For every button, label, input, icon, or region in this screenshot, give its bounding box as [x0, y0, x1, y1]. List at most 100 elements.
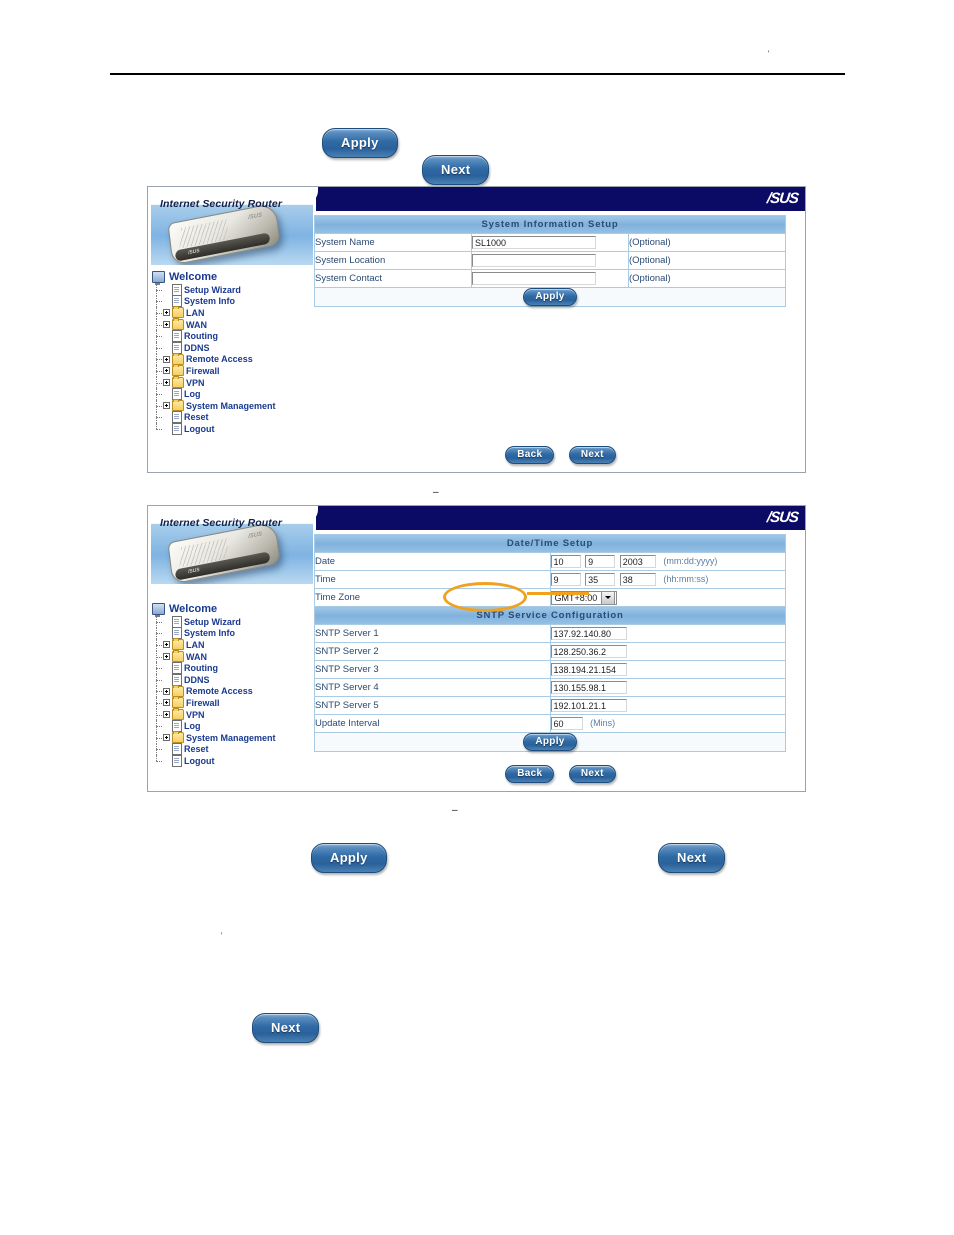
sidebar-item-setup-wizard[interactable]: Setup Wizard	[152, 283, 276, 296]
sidebar-item-remote-access[interactable]: Remote Access	[152, 352, 276, 366]
nav-root-welcome-1[interactable]: Welcome	[152, 271, 276, 285]
nav-root-welcome-2[interactable]: Welcome	[152, 603, 276, 617]
sntp-server-4-input[interactable]: 130.155.98.1	[550, 681, 627, 694]
date-month-input[interactable]: 10	[550, 555, 581, 568]
sidebar-item-log[interactable]: Log	[152, 388, 276, 401]
hint-time-format: (hh:mm:ss)	[663, 574, 709, 585]
expand-plus-icon[interactable]	[163, 653, 170, 661]
tree-connector	[152, 627, 163, 640]
expand-plus-icon[interactable]	[163, 367, 170, 375]
sidebar-item-ddns[interactable]: DDNS	[152, 341, 276, 354]
sidebar-nav-1: Internet Security Router /SUS /SUS Welco…	[148, 189, 316, 472]
next-button-top-label[interactable]: Next	[422, 155, 490, 185]
label-system-location: System Location	[314, 251, 472, 270]
sidebar-item-system-info[interactable]: System Info	[152, 627, 276, 640]
apply-button-mid-label[interactable]: Apply	[311, 843, 387, 873]
sidebar-item-label: Logout	[184, 755, 215, 766]
apply-button-mid[interactable]: Apply	[311, 843, 387, 873]
system-name-input[interactable]: SL1000	[472, 236, 596, 249]
nav-tree-1: Welcome Setup Wizard System Info LAN WAN Rou…	[152, 271, 276, 435]
chevron-down-icon[interactable]	[601, 590, 615, 605]
sntp-server-1-input[interactable]: 137.92.140.80	[550, 627, 627, 640]
sidebar-item-vpn[interactable]: VPN	[152, 708, 276, 721]
tree-connector	[152, 697, 163, 709]
sidebar-item-vpn[interactable]: VPN	[152, 376, 276, 389]
sidebar-item-label: Reset	[184, 744, 209, 755]
expand-plus-icon[interactable]	[163, 321, 170, 329]
sidebar-nav-2: Internet Security Router /SUS /SUS Welco…	[148, 508, 316, 791]
asus-logo-2: /SUS	[766, 509, 799, 526]
sidebar-item-routing[interactable]: Routing	[152, 330, 276, 343]
apply-button-top-label[interactable]: Apply	[322, 128, 398, 158]
system-location-input[interactable]	[472, 254, 596, 267]
sidebar-item-reset[interactable]: Reset	[152, 743, 276, 756]
expand-plus-icon[interactable]	[163, 699, 170, 707]
next-button-1[interactable]: Next	[568, 446, 616, 464]
sidebar-item-label: System Info	[184, 628, 236, 639]
sidebar-item-ddns[interactable]: DDNS	[152, 673, 276, 686]
sidebar-item-label: Setup Wizard	[184, 284, 241, 295]
sidebar-item-remote-access[interactable]: Remote Access	[152, 684, 276, 698]
folder-icon	[172, 318, 184, 331]
next-button-mid[interactable]: Next	[658, 843, 726, 873]
tree-connector	[152, 330, 163, 342]
sntp-server-3-input[interactable]: 138.194.21.154	[550, 663, 627, 676]
expand-plus-icon[interactable]	[163, 402, 170, 410]
router-logo-badge-1: /SUS	[248, 212, 262, 222]
sidebar-item-firewall[interactable]: Firewall	[152, 364, 276, 377]
expand-plus-icon[interactable]	[163, 711, 170, 719]
date-year-input[interactable]: 2003	[619, 555, 656, 568]
next-button-bottom[interactable]: Next	[252, 1013, 320, 1043]
apply-button-top[interactable]: Apply	[322, 128, 398, 158]
back-button-1[interactable]: Back	[505, 446, 555, 464]
sidebar-item-label: WAN	[186, 319, 207, 330]
document-icon	[172, 743, 182, 756]
date-day-input[interactable]: 9	[585, 555, 616, 568]
sidebar-item-lan[interactable]: LAN	[152, 638, 276, 651]
sidebar-item-wan[interactable]: WAN	[152, 318, 276, 331]
sidebar-item-lan[interactable]: LAN	[152, 306, 276, 319]
sidebar-item-wan[interactable]: WAN	[152, 650, 276, 663]
apply-button-datetime[interactable]: Apply	[523, 733, 577, 751]
sidebar-item-label: DDNS	[184, 674, 210, 685]
router-ui-panel-datetime: /SUS Internet Security Router /SUS /SUS …	[147, 505, 806, 792]
sidebar-item-logout[interactable]: Logout	[152, 422, 276, 435]
expand-plus-icon[interactable]	[163, 687, 170, 695]
time-minute-input[interactable]: 35	[585, 573, 616, 586]
sidebar-item-routing[interactable]: Routing	[152, 662, 276, 675]
apply-row-1: Apply	[314, 287, 786, 307]
system-contact-input[interactable]	[472, 272, 596, 285]
back-button-2[interactable]: Back	[505, 765, 555, 783]
time-hour-input[interactable]: 9	[550, 573, 581, 586]
sidebar-item-system-management[interactable]: System Management	[152, 399, 276, 412]
expand-plus-icon[interactable]	[163, 734, 170, 742]
tree-connector	[152, 673, 163, 686]
expand-plus-icon[interactable]	[163, 641, 170, 649]
sidebar-item-firewall[interactable]: Firewall	[152, 696, 276, 709]
next-button-mid-label[interactable]: Next	[658, 843, 726, 873]
sidebar-item-label: Firewall	[186, 365, 220, 376]
section-header-system-info: System Information Setup	[314, 215, 786, 234]
tree-connector	[152, 708, 163, 721]
apply-button-system-info[interactable]: Apply	[523, 288, 577, 306]
tree-connector	[152, 411, 163, 424]
update-interval-input[interactable]: 60	[550, 717, 583, 730]
next-button-top[interactable]: Next	[422, 155, 490, 185]
sidebar-item-label: WAN	[186, 651, 207, 662]
expand-plus-icon[interactable]	[163, 379, 170, 387]
label-system-name: System Name	[314, 233, 472, 252]
sidebar-item-setup-wizard[interactable]: Setup Wizard	[152, 615, 276, 628]
sidebar-item-reset[interactable]: Reset	[152, 411, 276, 424]
sidebar-item-logout[interactable]: Logout	[152, 754, 276, 767]
sidebar-item-log[interactable]: Log	[152, 720, 276, 733]
sntp-server-5-input[interactable]: 192.101.21.1	[550, 699, 627, 712]
next-button-2[interactable]: Next	[568, 765, 616, 783]
time-second-input[interactable]: 38	[619, 573, 656, 586]
sidebar-item-system-management[interactable]: System Management	[152, 731, 276, 744]
sidebar-item-system-info[interactable]: System Info	[152, 295, 276, 308]
expand-plus-icon[interactable]	[163, 355, 170, 363]
next-button-bottom-label[interactable]: Next	[252, 1013, 320, 1043]
sntp-server-2-input[interactable]: 128.250.36.2	[550, 645, 627, 658]
tree-connector	[152, 399, 163, 412]
expand-plus-icon[interactable]	[163, 309, 170, 317]
